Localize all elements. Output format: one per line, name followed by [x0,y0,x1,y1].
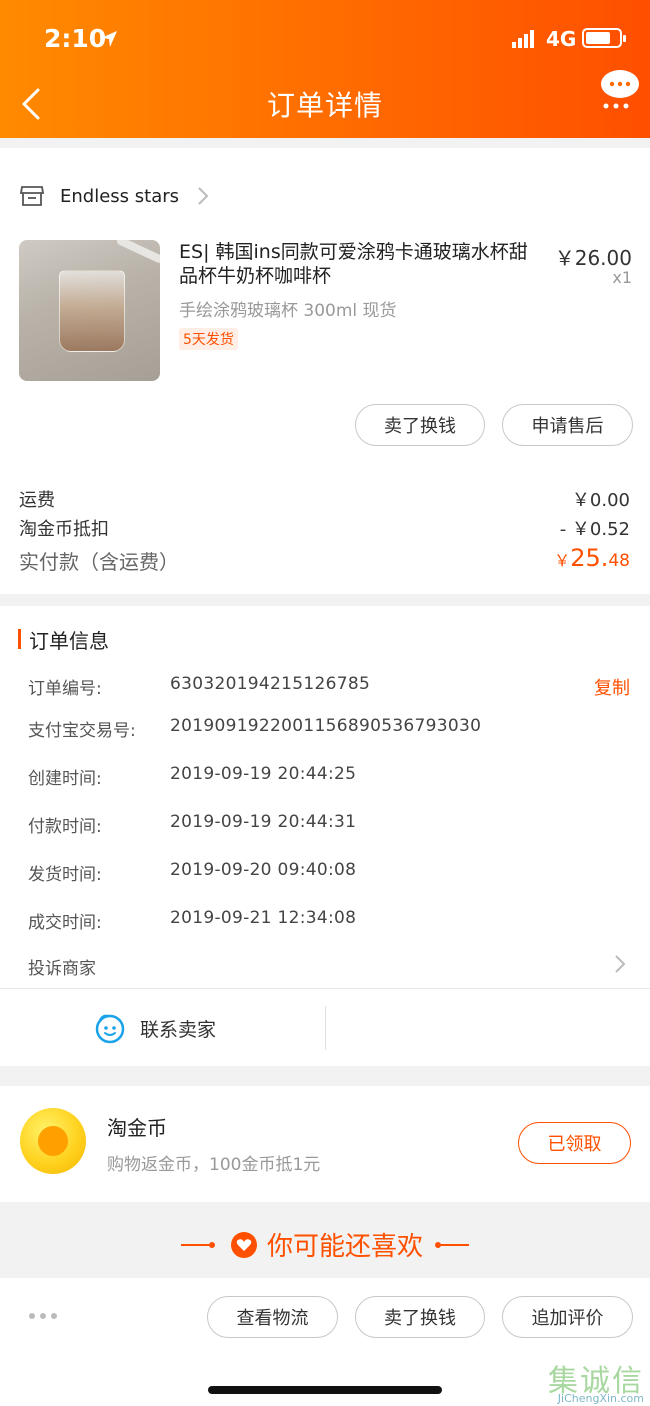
divider [0,988,650,989]
decor-line-left [180,1243,209,1246]
vertical-divider [325,1006,326,1050]
status-time: 2:10 [44,24,107,53]
decor-line-right [441,1243,469,1246]
order-info-heading: 订单信息 [18,626,109,653]
paid-integer: 25. [570,544,609,572]
contact-seller-button[interactable]: 联系卖家 [94,1012,216,1044]
coin-title: 淘金币 [107,1116,167,1140]
more-dots-icon[interactable] [28,1312,58,1320]
info-label-created: 创建时间: [28,769,102,789]
coin-deduct-label: 淘金币抵扣 [19,519,109,540]
product-quantity: x1 [612,268,632,287]
coin-subtitle: 购物返金币，100金币抵1元 [107,1155,321,1175]
info-label-alipay-no: 支付宝交易号: [28,721,136,741]
product-title[interactable]: ES| 韩国ins同款可爱涂鸦卡通玻璃水杯甜品杯牛奶杯咖啡杯 [179,240,545,288]
sell-for-cash-button[interactable]: 卖了换钱 [355,404,485,446]
store-row[interactable]: Endless stars [20,180,209,212]
page-title: 订单详情 [266,89,383,122]
chat-face-icon [95,1014,125,1044]
order-info-card: 订单信息 订单编号: 630320194215126785 复制 支付宝交易号:… [0,606,650,1066]
info-label-completed: 成交时间: [28,913,102,933]
order-info-title: 订单信息 [29,628,109,653]
signal-icon [512,30,534,48]
recommend-title: 你可能还喜欢 [266,1232,423,1262]
add-review-button[interactable]: 追加评价 [502,1296,633,1338]
coin-deduct-value: - ￥0.52 [559,519,630,540]
coin-icon [20,1108,86,1174]
accent-bar [18,629,21,649]
recommend-section: 你可能还喜欢 [0,1202,650,1278]
home-indicator [208,1386,442,1394]
location-arrow-icon [101,31,117,47]
view-logistics-button[interactable]: 查看物流 [207,1296,338,1338]
paid-currency: ￥ [554,551,571,570]
chevron-right-icon[interactable] [614,954,626,974]
contact-seller-label: 联系卖家 [140,1018,217,1041]
chevron-right-icon [198,187,209,205]
network-type: 4G [546,27,577,51]
info-label-paid: 付款时间: [28,817,102,837]
shipping-badge: 5天发货 [179,328,238,350]
paid-amount-value: ￥25.48 [554,544,630,572]
paid-decimal: 48 [608,551,630,571]
decor-dot-left [208,1241,215,1248]
complain-seller-link[interactable]: 投诉商家 [28,954,96,979]
shipping-fee-label: 运费 [19,490,55,511]
paid-amount-label: 实付款（含运费） [19,550,179,574]
apply-aftersale-button[interactable]: 申请售后 [502,404,633,446]
store-name: Endless stars [60,185,180,207]
taobao-coin-card: 淘金币 购物返金币，100金币抵1元 已领取 [0,1086,650,1202]
store-icon [20,186,44,206]
info-value-completed: 2019-09-21 12:34:08 [170,908,357,928]
product-price: ￥26.00 [554,246,632,270]
heart-icon [230,1231,257,1258]
info-value-paid: 2019-09-19 20:44:31 [170,812,357,832]
watermark: 集诚信 JiChengXin.com [532,1356,650,1406]
product-image[interactable] [19,240,160,381]
battery-icon [582,28,626,48]
info-value-alipay-no: 2019091922001156890536793030 [170,716,482,736]
info-value-order-no: 630320194215126785 [170,674,371,694]
header-bar: 2:10 4G 订单详情 [0,0,650,138]
product-spec: 手绘涂鸦玻璃杯 300ml 现货 [179,301,397,321]
info-value-created: 2019-09-19 20:44:25 [170,764,357,784]
watermark-en: JiChengXin.com [557,1392,644,1405]
info-label-shipped: 发货时间: [28,865,102,885]
coin-claimed-button[interactable]: 已领取 [518,1122,631,1164]
recommend-heading: 你可能还喜欢 [0,1226,650,1263]
info-label-order-no: 订单编号: [28,679,102,699]
order-product-card: Endless stars ES| 韩国ins同款可爱涂鸦卡通玻璃水杯甜品杯牛奶… [0,148,650,594]
shipping-fee-value: ￥0.00 [571,490,630,511]
copy-button[interactable]: 复制 [594,674,630,700]
info-value-shipped: 2019-09-20 09:40:08 [170,860,357,880]
message-more-icon[interactable] [598,68,642,112]
sell-for-cash-bottom-button[interactable]: 卖了换钱 [355,1296,485,1338]
